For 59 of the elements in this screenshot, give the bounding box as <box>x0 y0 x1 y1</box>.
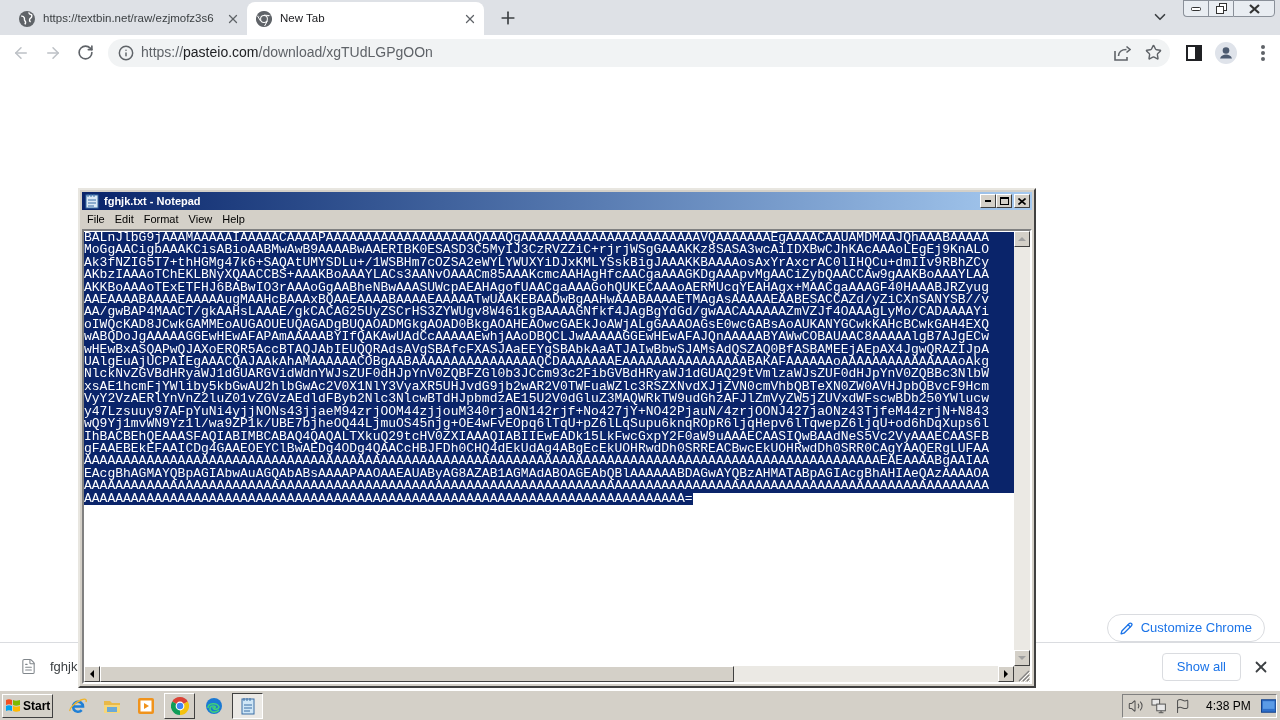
notepad-icon <box>238 696 257 715</box>
scroll-right-button[interactable] <box>998 666 1014 682</box>
scroll-left-button[interactable] <box>84 666 100 682</box>
browser-logo-icon <box>170 696 189 715</box>
play-icon <box>136 696 155 715</box>
kebab-menu-icon <box>1261 44 1265 61</box>
start-button[interactable]: Start <box>2 693 53 718</box>
browser-logo-icon <box>256 10 272 27</box>
browser-tab[interactable]: https://textbin.net/raw/ezjmofz3s6 <box>10 2 247 35</box>
speaker-icon[interactable] <box>1128 697 1144 714</box>
window-title: fghjk.txt - Notepad <box>104 193 201 209</box>
download-item[interactable]: fghjk <box>20 656 78 677</box>
customize-button[interactable]: Customize Chrome <box>1106 614 1265 642</box>
size-grip-icon[interactable] <box>1018 670 1030 682</box>
close-icon <box>1248 3 1260 14</box>
close-window-button[interactable] <box>1233 0 1275 17</box>
star-icon <box>1144 44 1162 61</box>
restore-button[interactable] <box>1208 0 1233 17</box>
menu-item[interactable]: Format <box>138 211 184 228</box>
caret-up-icon <box>1018 237 1026 241</box>
e-logo-icon <box>68 696 87 715</box>
maximize-icon <box>999 197 1009 205</box>
network-icon[interactable] <box>1151 697 1167 714</box>
file-icon <box>20 658 37 675</box>
share-icon <box>1113 44 1131 61</box>
restore-icon <box>1215 3 1227 14</box>
scrollbar-thumb[interactable] <box>100 666 734 682</box>
globe-icon <box>19 10 35 27</box>
scroll-down-button[interactable] <box>1014 650 1030 666</box>
show-all-button[interactable]: Show all <box>1161 652 1241 681</box>
notepad-icon <box>84 193 100 209</box>
caret-down-icon <box>1018 656 1026 660</box>
close-button[interactable] <box>1014 194 1030 208</box>
minimize-icon <box>985 200 991 202</box>
scroll-up-button[interactable] <box>1014 231 1030 247</box>
maximize-button[interactable] <box>996 194 1012 208</box>
pencil-icon <box>1119 621 1133 635</box>
menu-item[interactable]: File <box>82 211 110 228</box>
caret-left-icon <box>90 670 94 678</box>
side-panel-icon <box>1186 44 1202 61</box>
reload-icon <box>76 44 94 61</box>
minimize-button[interactable] <box>1183 0 1208 17</box>
menu-item[interactable]: Help <box>217 211 250 228</box>
swirl-logo-icon <box>204 696 223 715</box>
show-desktop-icon[interactable] <box>1260 698 1276 713</box>
menu-item[interactable]: View <box>183 211 218 228</box>
caret-right-icon <box>1004 670 1008 678</box>
close-icon <box>1018 197 1026 205</box>
windows-flag-icon <box>5 698 21 713</box>
flag-icon[interactable] <box>1174 697 1190 714</box>
clock[interactable]: 4:38 PM <box>1206 696 1251 715</box>
menu-item[interactable]: Edit <box>109 211 139 228</box>
avatar-icon <box>1215 41 1237 64</box>
browser-tab[interactable]: New Tab <box>247 2 484 35</box>
minimize-icon <box>1191 6 1201 11</box>
info-icon[interactable] <box>118 44 134 61</box>
taskbar-button[interactable] <box>232 692 263 719</box>
address-bar[interactable]: https://pasteio.com/download/xgTUdLGPgOOn <box>108 38 1170 67</box>
url-text[interactable]: https://pasteio.com/download/xgTUdLGPgOOn <box>141 42 433 63</box>
